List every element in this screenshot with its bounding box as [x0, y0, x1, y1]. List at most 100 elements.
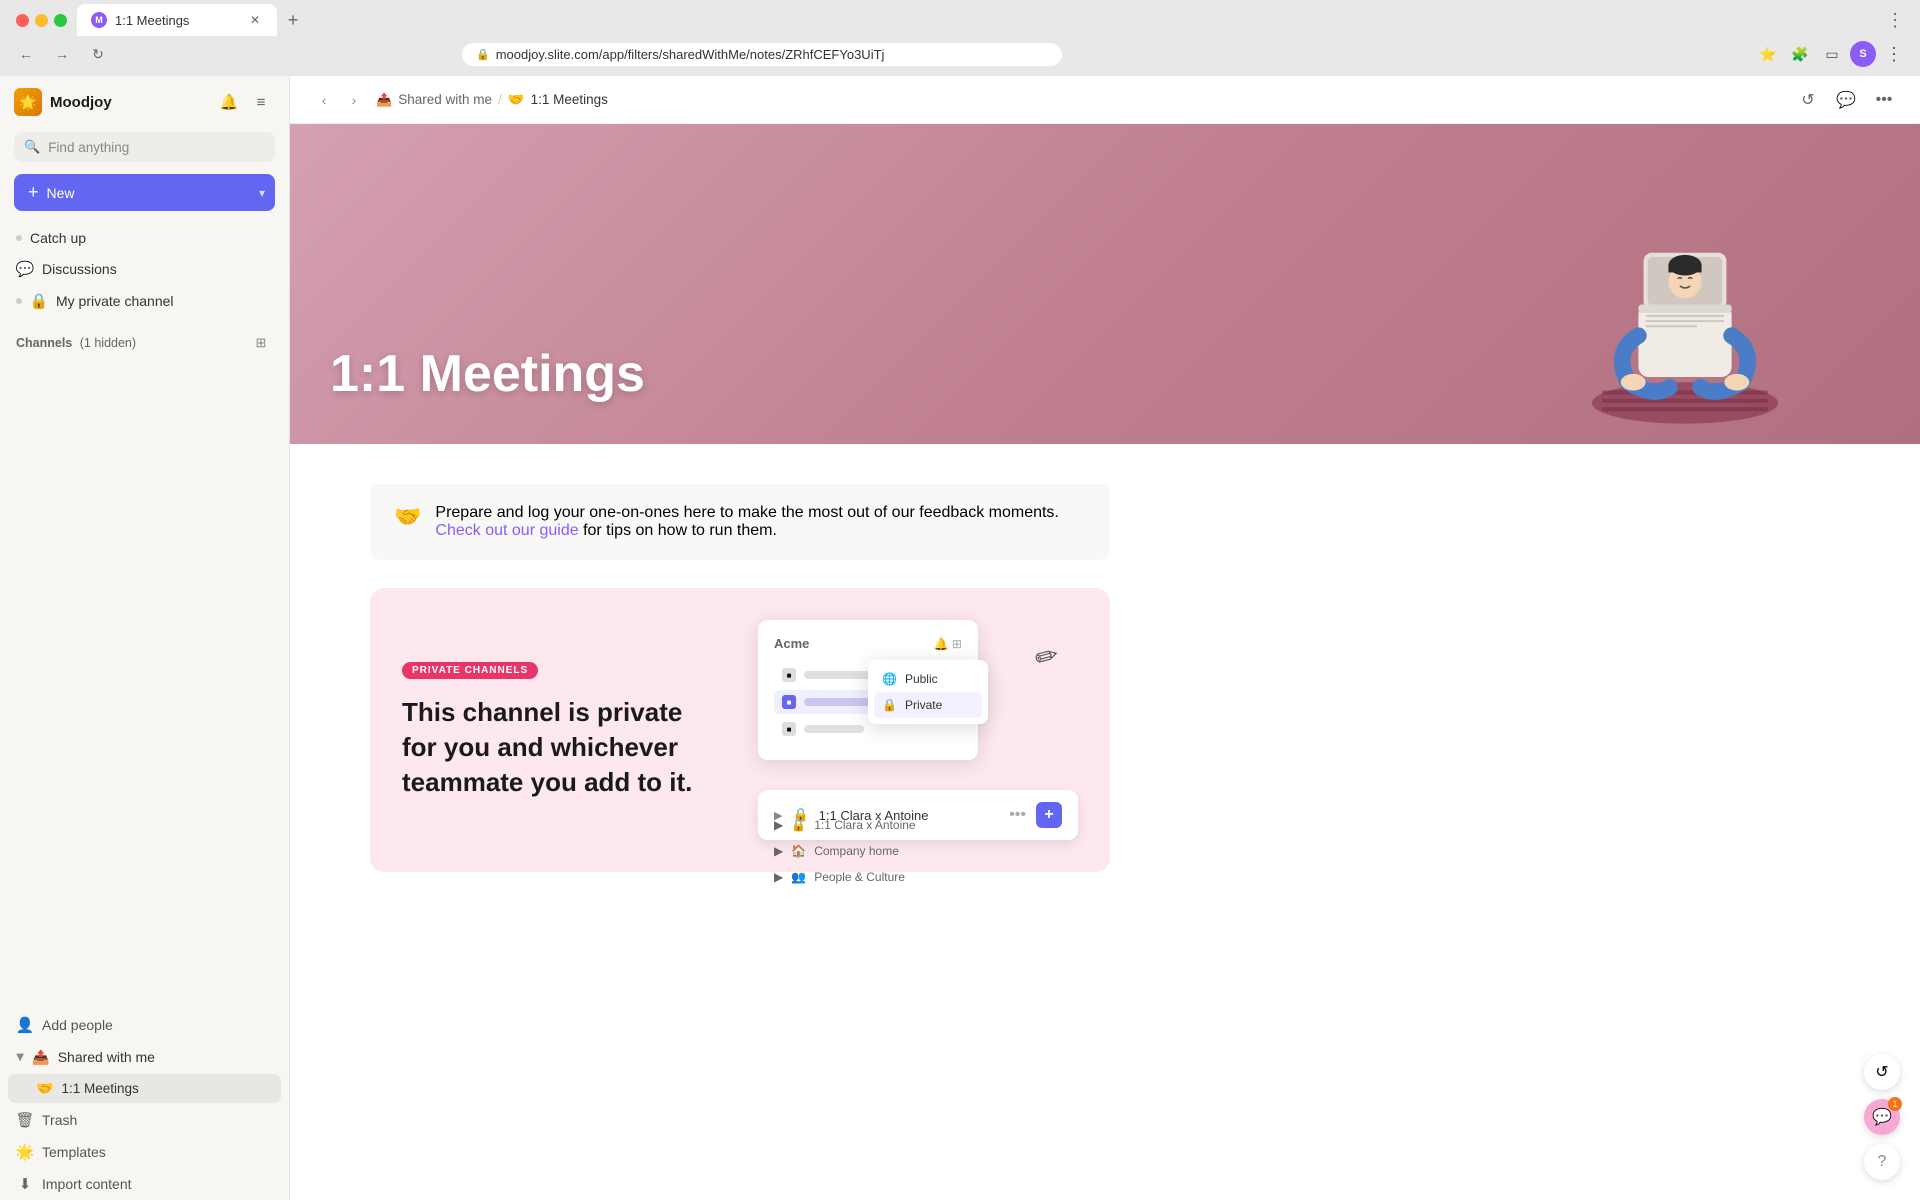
- extensions-button[interactable]: 🧩: [1786, 40, 1814, 68]
- templates-label: Templates: [42, 1144, 106, 1160]
- deco-arrow: ✏: [1031, 638, 1062, 676]
- private-channel-icon: 🔒: [30, 292, 48, 310]
- sub-row-3: ▶ 👥 People & Culture: [758, 864, 1078, 890]
- help-icon: ?: [1878, 1153, 1887, 1171]
- comment-button[interactable]: 💬: [1830, 84, 1862, 116]
- discussions-icon: 💬: [16, 260, 34, 278]
- import-icon: ⬇: [16, 1175, 34, 1193]
- templates-icon: 🌟: [16, 1143, 34, 1161]
- sidebar-item-import-content[interactable]: ⬇ Import content: [8, 1168, 281, 1200]
- breadcrumb-separator: /: [498, 92, 502, 107]
- url-text: moodjoy.slite.com/app/filters/sharedWith…: [496, 47, 885, 62]
- tab-menu-button[interactable]: ⋮: [1878, 6, 1912, 35]
- tab-favicon: M: [91, 12, 107, 28]
- chat-bubble-icon: 💬: [1872, 1107, 1892, 1127]
- add-people-label: Add people: [42, 1017, 113, 1033]
- minimize-traffic-light[interactable]: [35, 14, 48, 27]
- notification-button[interactable]: 🔔: [215, 88, 243, 116]
- address-bar[interactable]: 🔒 moodjoy.slite.com/app/filters/sharedWi…: [462, 43, 1062, 66]
- discussions-label: Discussions: [42, 261, 117, 277]
- sidebar-item-1-1-meetings[interactable]: 🤝 1:1 Meetings: [8, 1074, 281, 1103]
- browser-titlebar: M 1:1 Meetings ✕ + ⋮ ← → ↻ 🔒 moodjoy.sli…: [0, 0, 1920, 76]
- new-button[interactable]: + New ▾: [14, 174, 275, 211]
- channels-action-button[interactable]: ⊞: [249, 331, 273, 355]
- search-bar[interactable]: 🔍 Find anything: [14, 132, 275, 162]
- browser-user-avatar[interactable]: S: [1850, 41, 1876, 67]
- info-box: 🤝 Prepare and log your one-on-ones here …: [370, 484, 1110, 560]
- sidebar-toggle-button[interactable]: ▭: [1818, 40, 1846, 68]
- new-tab-button[interactable]: +: [279, 6, 307, 34]
- refresh-button[interactable]: ↻: [84, 40, 112, 68]
- mock-dropdown: 🌐 Public 🔒 Private: [868, 660, 988, 724]
- browser-tab[interactable]: M 1:1 Meetings ✕: [77, 4, 277, 36]
- nav-forward-button[interactable]: ›: [340, 86, 368, 114]
- shared-with-me-label: Shared with me: [58, 1049, 155, 1065]
- workspace-logo[interactable]: 🌟 Moodjoy: [14, 88, 112, 116]
- sidebar-item-catch-up[interactable]: Catch up: [8, 223, 281, 253]
- hero-illustration: [1580, 144, 1800, 444]
- private-card-visual: Acme 🔔 ⊞ ■ ■: [758, 620, 1078, 840]
- catch-up-dot: [16, 235, 22, 241]
- my-private-channel-label: My private channel: [56, 293, 174, 309]
- floating-help-button[interactable]: ?: [1864, 1144, 1900, 1180]
- my-private-dot: [16, 298, 22, 304]
- info-emoji: 🤝: [394, 504, 421, 530]
- sidebar-item-add-people[interactable]: 👤 Add people: [8, 1009, 281, 1041]
- private-channels-card: PRIVATE CHANNELS This channel is private…: [370, 588, 1110, 872]
- sync-icon: ↺: [1875, 1062, 1888, 1082]
- breadcrumb: 📤 Shared with me / 🤝 1:1 Meetings: [376, 92, 608, 108]
- shared-with-me-chevron: ▶: [14, 1053, 25, 1061]
- sidebar-menu-button[interactable]: ≡: [247, 88, 275, 116]
- sidebar-item-templates[interactable]: 🌟 Templates: [8, 1136, 281, 1168]
- info-guide-link[interactable]: Check out our guide: [435, 522, 578, 539]
- floating-chat-button[interactable]: 💬 1: [1864, 1099, 1900, 1135]
- private-card-title: This channel is private for you and whic…: [402, 695, 718, 800]
- breadcrumb-shared-icon: 📤: [376, 92, 392, 108]
- floating-sync-button[interactable]: ↺: [1864, 1054, 1900, 1090]
- mock-ui-actions: 🔔 ⊞: [934, 637, 962, 651]
- new-chevron-icon: ▾: [259, 186, 265, 200]
- lock-icon: 🔒: [476, 48, 490, 61]
- mock-row-icon-3: ■: [782, 722, 796, 736]
- breadcrumb-current: 1:1 Meetings: [531, 92, 608, 107]
- more-options-button[interactable]: •••: [1868, 84, 1900, 116]
- breadcrumb-shared-with-me[interactable]: Shared with me: [398, 92, 492, 107]
- close-traffic-light[interactable]: [16, 14, 29, 27]
- mock-ui-window: Acme 🔔 ⊞ ■ ■: [758, 620, 978, 760]
- add-people-icon: 👤: [16, 1016, 34, 1034]
- back-button[interactable]: ←: [12, 40, 40, 68]
- maximize-traffic-light[interactable]: [54, 14, 67, 27]
- browser-chrome: M 1:1 Meetings ✕ + ⋮ ← → ↻ 🔒 moodjoy.sli…: [0, 0, 1920, 76]
- private-label: Private: [905, 698, 942, 712]
- info-text-before: Prepare and log your one-on-ones here to…: [435, 504, 1058, 521]
- 1-1-meetings-label: 1:1 Meetings: [61, 1081, 138, 1096]
- catch-up-label: Catch up: [30, 230, 86, 246]
- mock-ui-logo: Acme: [774, 636, 809, 651]
- main-content: ‹ › 📤 Shared with me / 🤝 1:1 Meetings ↺ …: [290, 76, 1920, 1200]
- traffic-lights: [16, 14, 67, 27]
- sync-button[interactable]: ↺: [1792, 84, 1824, 116]
- info-text-container: Prepare and log your one-on-ones here to…: [435, 504, 1086, 540]
- breadcrumb-emoji: 🤝: [508, 92, 525, 108]
- mock-dropdown-private: 🔒 Private: [874, 692, 982, 718]
- search-icon: 🔍: [24, 139, 40, 155]
- private-icon: 🔒: [882, 698, 897, 712]
- nav-back-button[interactable]: ‹: [310, 86, 338, 114]
- forward-button[interactable]: →: [48, 40, 76, 68]
- sidebar: 🌟 Moodjoy 🔔 ≡ 🔍 Find anything + New ▾ Ca…: [0, 76, 290, 1200]
- trash-label: Trash: [42, 1112, 77, 1128]
- tab-title: 1:1 Meetings: [115, 13, 189, 28]
- new-button-label: New: [47, 185, 75, 201]
- search-text: Find anything: [48, 140, 129, 155]
- sidebar-item-shared-with-me[interactable]: ▶ 📤 Shared with me: [8, 1041, 281, 1073]
- import-content-label: Import content: [42, 1176, 132, 1192]
- browser-menu-button[interactable]: ⋮: [1880, 40, 1908, 68]
- sidebar-item-discussions[interactable]: 💬 Discussions: [8, 253, 281, 285]
- sidebar-item-trash[interactable]: 🗑 Trash: [8, 1104, 281, 1136]
- sidebar-item-my-private-channel[interactable]: 🔒 My private channel: [8, 285, 281, 317]
- hero-title: 1:1 Meetings: [330, 344, 645, 404]
- workspace-icon: 🌟: [14, 88, 42, 116]
- new-plus-icon: +: [28, 182, 39, 203]
- bookmark-button[interactable]: ⭐: [1754, 40, 1782, 68]
- tab-close-icon[interactable]: ✕: [247, 12, 263, 28]
